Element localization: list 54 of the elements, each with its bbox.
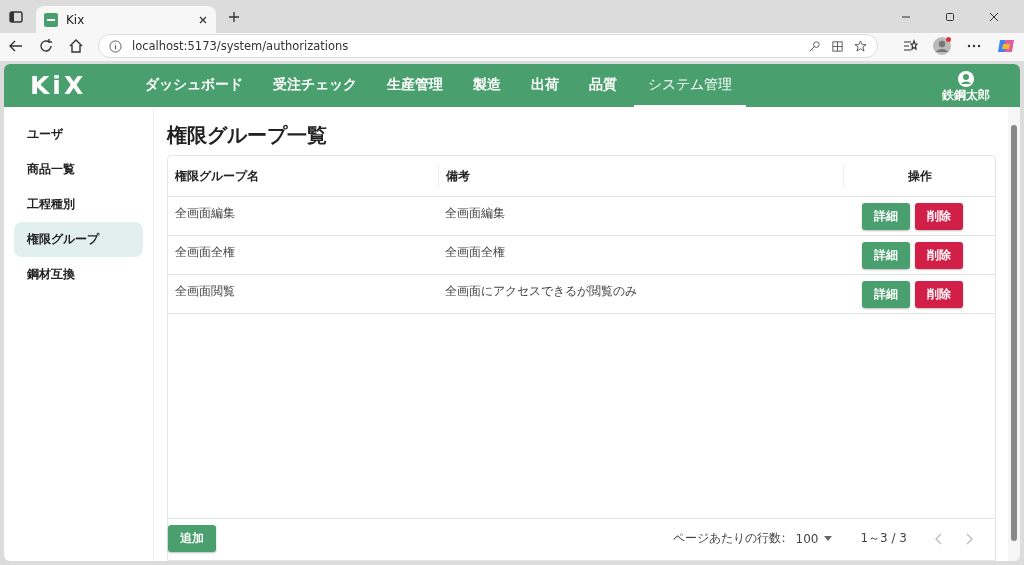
info-icon	[109, 39, 122, 53]
delete-button[interactable]: 削除	[915, 241, 963, 269]
new-tab-icon[interactable]	[228, 10, 240, 23]
close-icon[interactable]	[989, 11, 999, 22]
key-icon[interactable]	[808, 39, 821, 53]
column-header: 備考	[446, 167, 470, 185]
delete-button[interactable]: 削除	[915, 280, 963, 308]
favorites-icon[interactable]	[902, 38, 918, 54]
table-cell: 全画面閲覧	[175, 284, 235, 298]
reload-icon[interactable]	[38, 38, 54, 54]
nav-tab[interactable]: システム管理	[634, 64, 747, 107]
rows-per-page-select[interactable]: 100	[795, 531, 833, 546]
nav-tab[interactable]: 品質	[576, 64, 631, 107]
detail-button[interactable]: 詳細	[862, 202, 910, 230]
detail-button[interactable]: 詳細	[862, 280, 910, 308]
table-cell: 全画面全権	[445, 245, 505, 259]
caret-icon	[824, 536, 833, 541]
maximize-icon[interactable]	[945, 11, 955, 22]
add-button[interactable]: 追加	[168, 525, 216, 552]
star-icon[interactable]	[854, 39, 867, 53]
user-icon[interactable]	[957, 70, 975, 88]
nav-tab[interactable]: 出荷	[518, 64, 573, 107]
profile-icon[interactable]	[932, 36, 952, 56]
sidebar-toggle-icon[interactable]	[8, 8, 24, 25]
table-cell: 全画面にアクセスできるが閲覧のみ	[445, 284, 637, 298]
home-icon[interactable]	[68, 38, 84, 54]
table-cell: 全画面編集	[445, 206, 505, 220]
close-icon[interactable]	[198, 14, 208, 25]
detail-button[interactable]: 詳細	[862, 241, 910, 269]
nav-tab[interactable]: 生産管理	[374, 64, 457, 107]
sidebar-item[interactable]: 工程種別	[14, 187, 143, 222]
app-icon[interactable]	[831, 39, 844, 53]
address-bar[interactable]: localhost:5173/system/authorizations	[98, 34, 878, 58]
sidebar-item[interactable]: 鋼材互換	[14, 257, 143, 292]
nav-tab[interactable]: ダッシュボード	[132, 64, 257, 107]
nav-tab[interactable]: 製造	[460, 64, 515, 107]
scrollbar[interactable]	[1008, 107, 1020, 561]
page-range: 1～3 / 3	[860, 530, 907, 547]
delete-button[interactable]: 削除	[915, 202, 963, 230]
column-header: 操作	[907, 167, 932, 185]
user-name: 鉄鋼太郎	[942, 88, 990, 103]
logo[interactable]: KiX	[30, 71, 87, 100]
nav-tab[interactable]: 受注チェック	[260, 64, 371, 107]
rows-per-page-label: ページあたりの行数:	[673, 530, 786, 547]
column-header: 権限グループ名	[175, 167, 259, 185]
browser-tab[interactable]: Kix	[36, 6, 216, 33]
table-cell: 全画面編集	[175, 206, 235, 220]
back-icon[interactable]	[8, 38, 24, 54]
table-cell: 全画面全権	[175, 245, 235, 259]
sidebar-item[interactable]: 権限グループ	[14, 222, 143, 257]
sidebar-item[interactable]: ユーザ	[14, 117, 143, 152]
page-title: 権限グループ一覧	[167, 122, 328, 149]
sidebar-item[interactable]: 商品一覧	[14, 152, 143, 187]
favicon-icon	[44, 12, 58, 27]
